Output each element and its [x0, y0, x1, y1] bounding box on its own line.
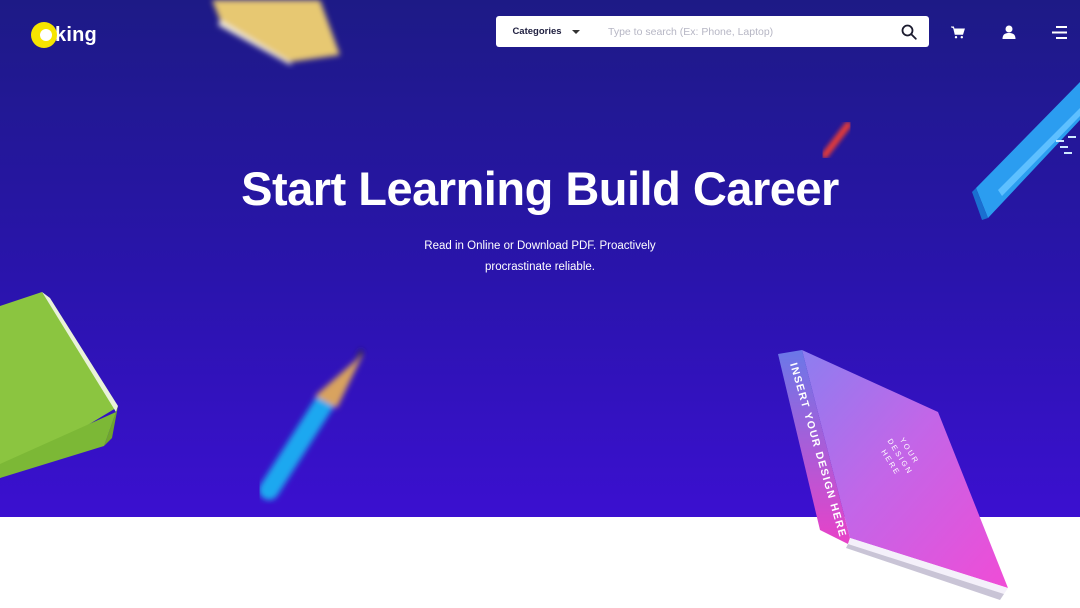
menu-icon	[1051, 25, 1067, 39]
brand-name: king	[55, 23, 97, 46]
user-icon	[1002, 25, 1016, 39]
yellow-book-decoration	[212, 0, 340, 66]
hero-title: Start Learning Build Career	[241, 162, 839, 215]
search-bar: Categories	[496, 16, 929, 47]
category-label: Categories	[512, 26, 562, 37]
category-dropdown[interactable]: Categories	[496, 16, 586, 47]
chevron-down-icon	[571, 29, 580, 34]
logo-mark-icon	[31, 22, 57, 48]
hero-subtitle-line-2: procrastinate reliable.	[485, 261, 595, 273]
brand-logo[interactable]: king	[31, 20, 97, 50]
account-button[interactable]	[999, 22, 1019, 42]
cart-icon	[951, 25, 965, 38]
search-input[interactable]	[586, 16, 889, 47]
hero-subtitle-line-1: Read in Online or Download PDF. Proactiv…	[424, 240, 656, 252]
green-book-decoration	[0, 292, 118, 478]
cart-button[interactable]	[948, 22, 968, 42]
red-pencil-decoration	[821, 121, 852, 159]
pink-book-decoration: INSERT YOUR DESIGN HERE YOUR DESIGN HERE	[778, 350, 1008, 600]
search-icon	[901, 24, 917, 40]
hero-subtitle: Read in Online or Download PDF. Proactiv…	[390, 236, 690, 278]
search-button[interactable]	[889, 16, 929, 47]
menu-button[interactable]	[1049, 22, 1069, 42]
blue-pencil-decoration	[259, 348, 363, 500]
